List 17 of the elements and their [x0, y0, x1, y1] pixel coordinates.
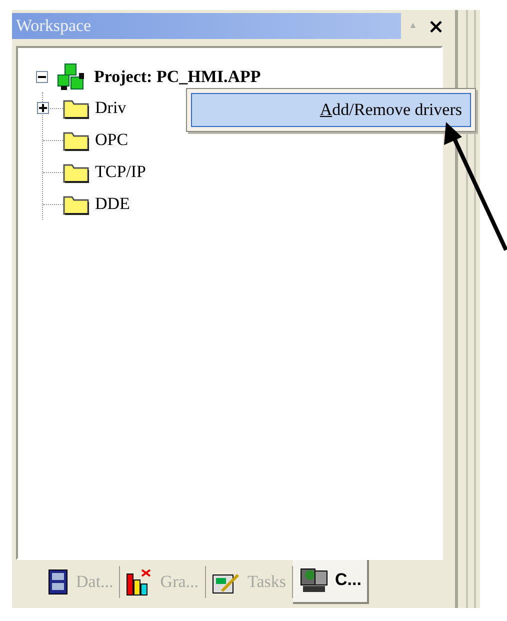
tree-item[interactable]: DDE — [95, 191, 130, 217]
plus-icon — [39, 104, 47, 112]
panel-title: Workspace — [12, 13, 401, 39]
cabinet-icon — [48, 569, 68, 595]
collapse-button[interactable] — [36, 71, 48, 83]
menu-item[interactable]: Add/Remove drivers — [191, 93, 471, 127]
tab[interactable]: C... — [293, 558, 370, 604]
cubes-icon — [56, 63, 86, 91]
expand-button[interactable] — [37, 102, 49, 114]
tree-item[interactable]: Project: PC_HMI.APP — [94, 64, 261, 90]
tree-item[interactable]: Driv — [95, 95, 126, 121]
network-computer-icon — [299, 566, 330, 594]
minus-icon — [38, 73, 46, 81]
bar-chart-icon — [126, 568, 152, 596]
close-button[interactable]: × — [425, 16, 447, 36]
tree-item[interactable]: OPC — [95, 127, 128, 153]
tree-item[interactable]: TCP/IP — [95, 159, 146, 185]
